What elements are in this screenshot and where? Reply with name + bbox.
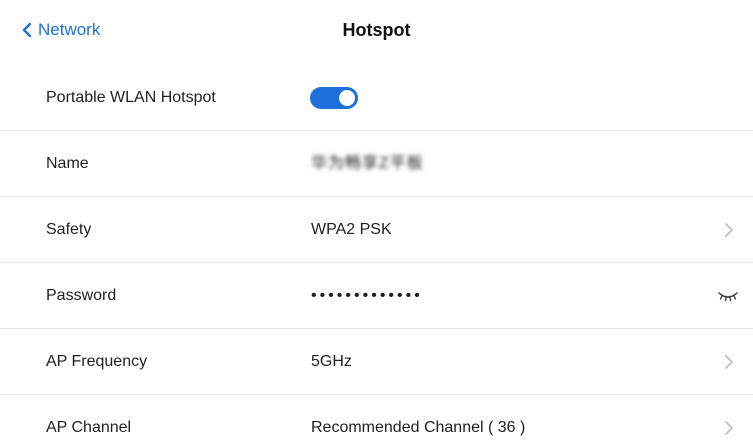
password-value: ••••••••••••• <box>311 287 423 304</box>
hotspot-name-value: 华为畅享Z平板 <box>311 155 424 172</box>
chevron-right-icon <box>725 355 733 369</box>
security-value: WPA2 PSK <box>311 221 392 238</box>
row-safety[interactable]: Safety WPA2 PSK <box>0 197 753 263</box>
hotspot-toggle[interactable] <box>310 87 358 109</box>
row-label: Safety <box>46 221 92 238</box>
row-label: Portable WLAN Hotspot <box>46 89 216 106</box>
row-label: AP Channel <box>46 419 132 436</box>
page-title: Hotspot <box>342 20 411 40</box>
chevron-right-icon <box>725 223 733 237</box>
row-ap-channel[interactable]: AP Channel Recommended Channel ( 36 ) <box>0 395 753 445</box>
row-portable-wlan-hotspot: Portable WLAN Hotspot <box>0 65 753 131</box>
row-ap-frequency[interactable]: AP Frequency 5GHz <box>0 329 753 395</box>
row-label: Password <box>46 287 117 304</box>
toggle-knob <box>339 90 355 106</box>
hotspot-settings-screen: Network Hotspot Portable WLAN Hotspot Na… <box>0 0 753 445</box>
row-label: AP Frequency <box>46 353 148 370</box>
eye-closed-icon[interactable] <box>717 287 739 303</box>
row-name[interactable]: Name 华为畅享Z平板 <box>0 131 753 197</box>
row-label: Name <box>46 155 89 172</box>
top-bar: Network Hotspot <box>0 0 753 62</box>
chevron-right-icon <box>725 421 733 435</box>
ap-frequency-value: 5GHz <box>311 353 352 370</box>
ap-channel-value: Recommended Channel ( 36 ) <box>311 419 526 436</box>
settings-list: Portable WLAN Hotspot Name 华为畅享Z平板 Safet… <box>0 65 753 445</box>
row-password[interactable]: Password ••••••••••••• <box>0 263 753 329</box>
